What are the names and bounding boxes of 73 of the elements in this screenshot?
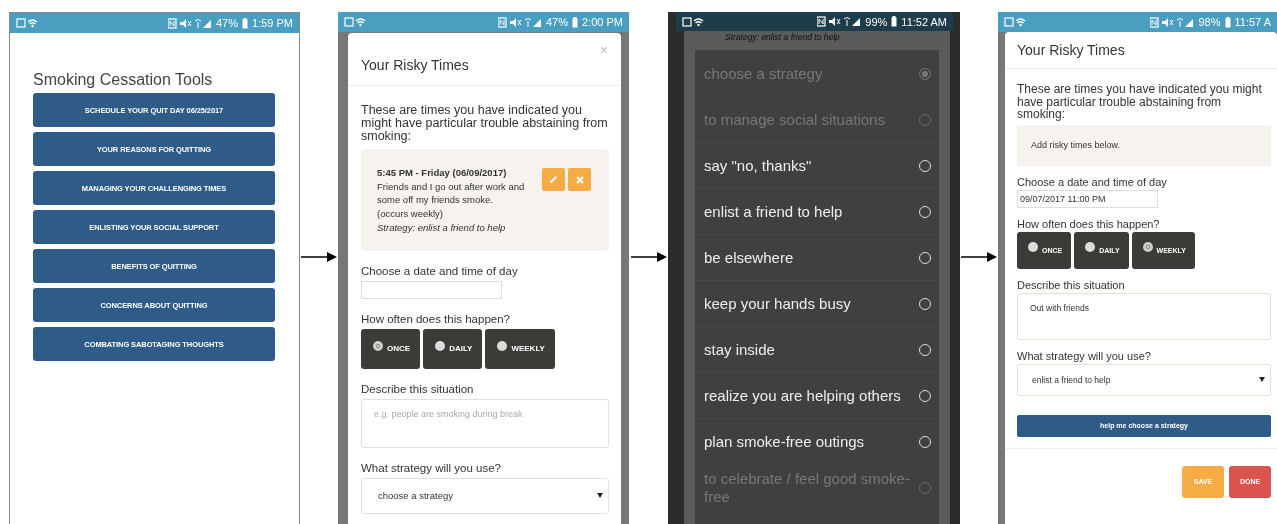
clock-time: 1:59 PM <box>252 17 293 29</box>
battery-icon <box>242 17 249 29</box>
option-row[interactable]: stay inside <box>695 326 939 372</box>
radio-button[interactable] <box>497 340 508 351</box>
option-label: say "no, thanks" <box>704 156 813 175</box>
screen-title: Smoking Cessation Tools <box>33 71 214 89</box>
entry-description: Friends and I go out after work and some off my friends smoke. <box>377 179 526 208</box>
field-label: Describe this situation <box>1017 278 1126 291</box>
battery-icon <box>1224 16 1231 28</box>
date-time-field[interactable]: 09/07/2017 11:00 PM <box>1017 189 1158 208</box>
field-label: What strategy will you use? <box>361 461 502 474</box>
strategy-dropdown[interactable]: choose a strategy <box>361 477 609 514</box>
flow-arrow <box>961 251 997 263</box>
empty-message: Add risky times below. <box>1031 140 1121 150</box>
background-text: Strategy: enlist a friend to help <box>724 31 841 42</box>
option-label: be elsewhere <box>704 248 795 267</box>
option-row[interactable]: keep your hands busy <box>695 280 939 326</box>
status-icons-drawing <box>498 16 542 28</box>
battery-icon <box>572 16 579 28</box>
frequency-option[interactable]: WEEKLY <box>485 328 555 369</box>
field-label: Describe this situation <box>361 382 475 395</box>
option-label: stay inside <box>704 340 776 359</box>
flow-arrow <box>301 251 337 263</box>
entry-frequency: (occurs weekly) <box>377 207 444 221</box>
option-label: keep your hands busy <box>704 294 852 313</box>
field-label: How often does this happen? <box>1017 217 1161 230</box>
option-label: plan smoke-free outings <box>704 432 866 451</box>
situation-field[interactable]: Out with friends <box>1017 292 1271 340</box>
frequency-option[interactable]: DAILY <box>423 328 483 369</box>
option-row[interactable]: realize you are helping others <box>695 372 939 418</box>
battery-percentage: 47% <box>546 16 569 28</box>
option-row[interactable]: say "no, thanks" <box>695 142 939 188</box>
battery-percentage: 98% <box>1198 16 1221 28</box>
situation-field[interactable]: e.g. people are smoking during break <box>361 398 609 448</box>
intro-text: These are times you have indicated you might have particular trouble abstaining from smoking: <box>1017 83 1263 121</box>
pencil-icon <box>549 175 558 184</box>
radio-button[interactable] <box>435 340 446 351</box>
notification-icons-drawing <box>682 16 704 27</box>
option-label: realize you are helping others <box>704 386 902 405</box>
status-icons-drawing <box>1150 16 1195 28</box>
strategy-dropdown[interactable]: enlist a friend to help <box>1017 363 1271 396</box>
clock-time: 11:57 A <box>1234 16 1271 28</box>
field-label: What strategy will you use? <box>1017 349 1152 362</box>
option-row[interactable]: plan smoke-free outings <box>695 418 939 464</box>
radio-button[interactable] <box>1028 242 1038 252</box>
modal-title: Your Risky Times <box>361 57 469 73</box>
radio-button[interactable] <box>1085 242 1096 252</box>
field-label: How often does this happen? <box>361 312 511 325</box>
flow-arrow <box>630 251 667 263</box>
notification-icons-drawing <box>1004 17 1026 27</box>
frequency-option[interactable]: ONCE <box>361 328 421 369</box>
close-icon <box>575 175 584 184</box>
status-icons-drawing <box>168 17 212 29</box>
option-row[interactable]: be elsewhere <box>695 234 939 280</box>
battery-icon <box>891 16 898 27</box>
battery-percentage: 99% <box>865 15 888 28</box>
entry-time: 5:45 PM - Friday (06/09/2017) <box>377 166 508 180</box>
clock-time: 11:52 AM <box>901 15 947 28</box>
caret-icon <box>597 493 603 498</box>
status-icons-drawing <box>817 16 862 27</box>
caret-icon <box>1259 377 1265 382</box>
entry-strategy: Strategy: enlist a friend to help <box>377 220 507 235</box>
option-row[interactable]: enlist a friend to help <box>695 188 939 234</box>
intro-text: These are times you have indicated you might have particular trouble abstaining from smoking: <box>361 104 609 143</box>
modal-title: Your Risky Times <box>1017 42 1125 58</box>
notification-icons-drawing <box>16 18 38 28</box>
field-label: Choose a date and time of day <box>361 264 519 277</box>
field-label: Choose a date and time of day <box>1017 175 1168 188</box>
notification-icons-drawing <box>344 17 366 27</box>
date-time-field[interactable] <box>361 280 502 299</box>
clock-time: 2:00 PM <box>582 16 623 28</box>
battery-percentage: 47% <box>216 17 239 29</box>
option-label: enlist a friend to help <box>704 202 844 221</box>
